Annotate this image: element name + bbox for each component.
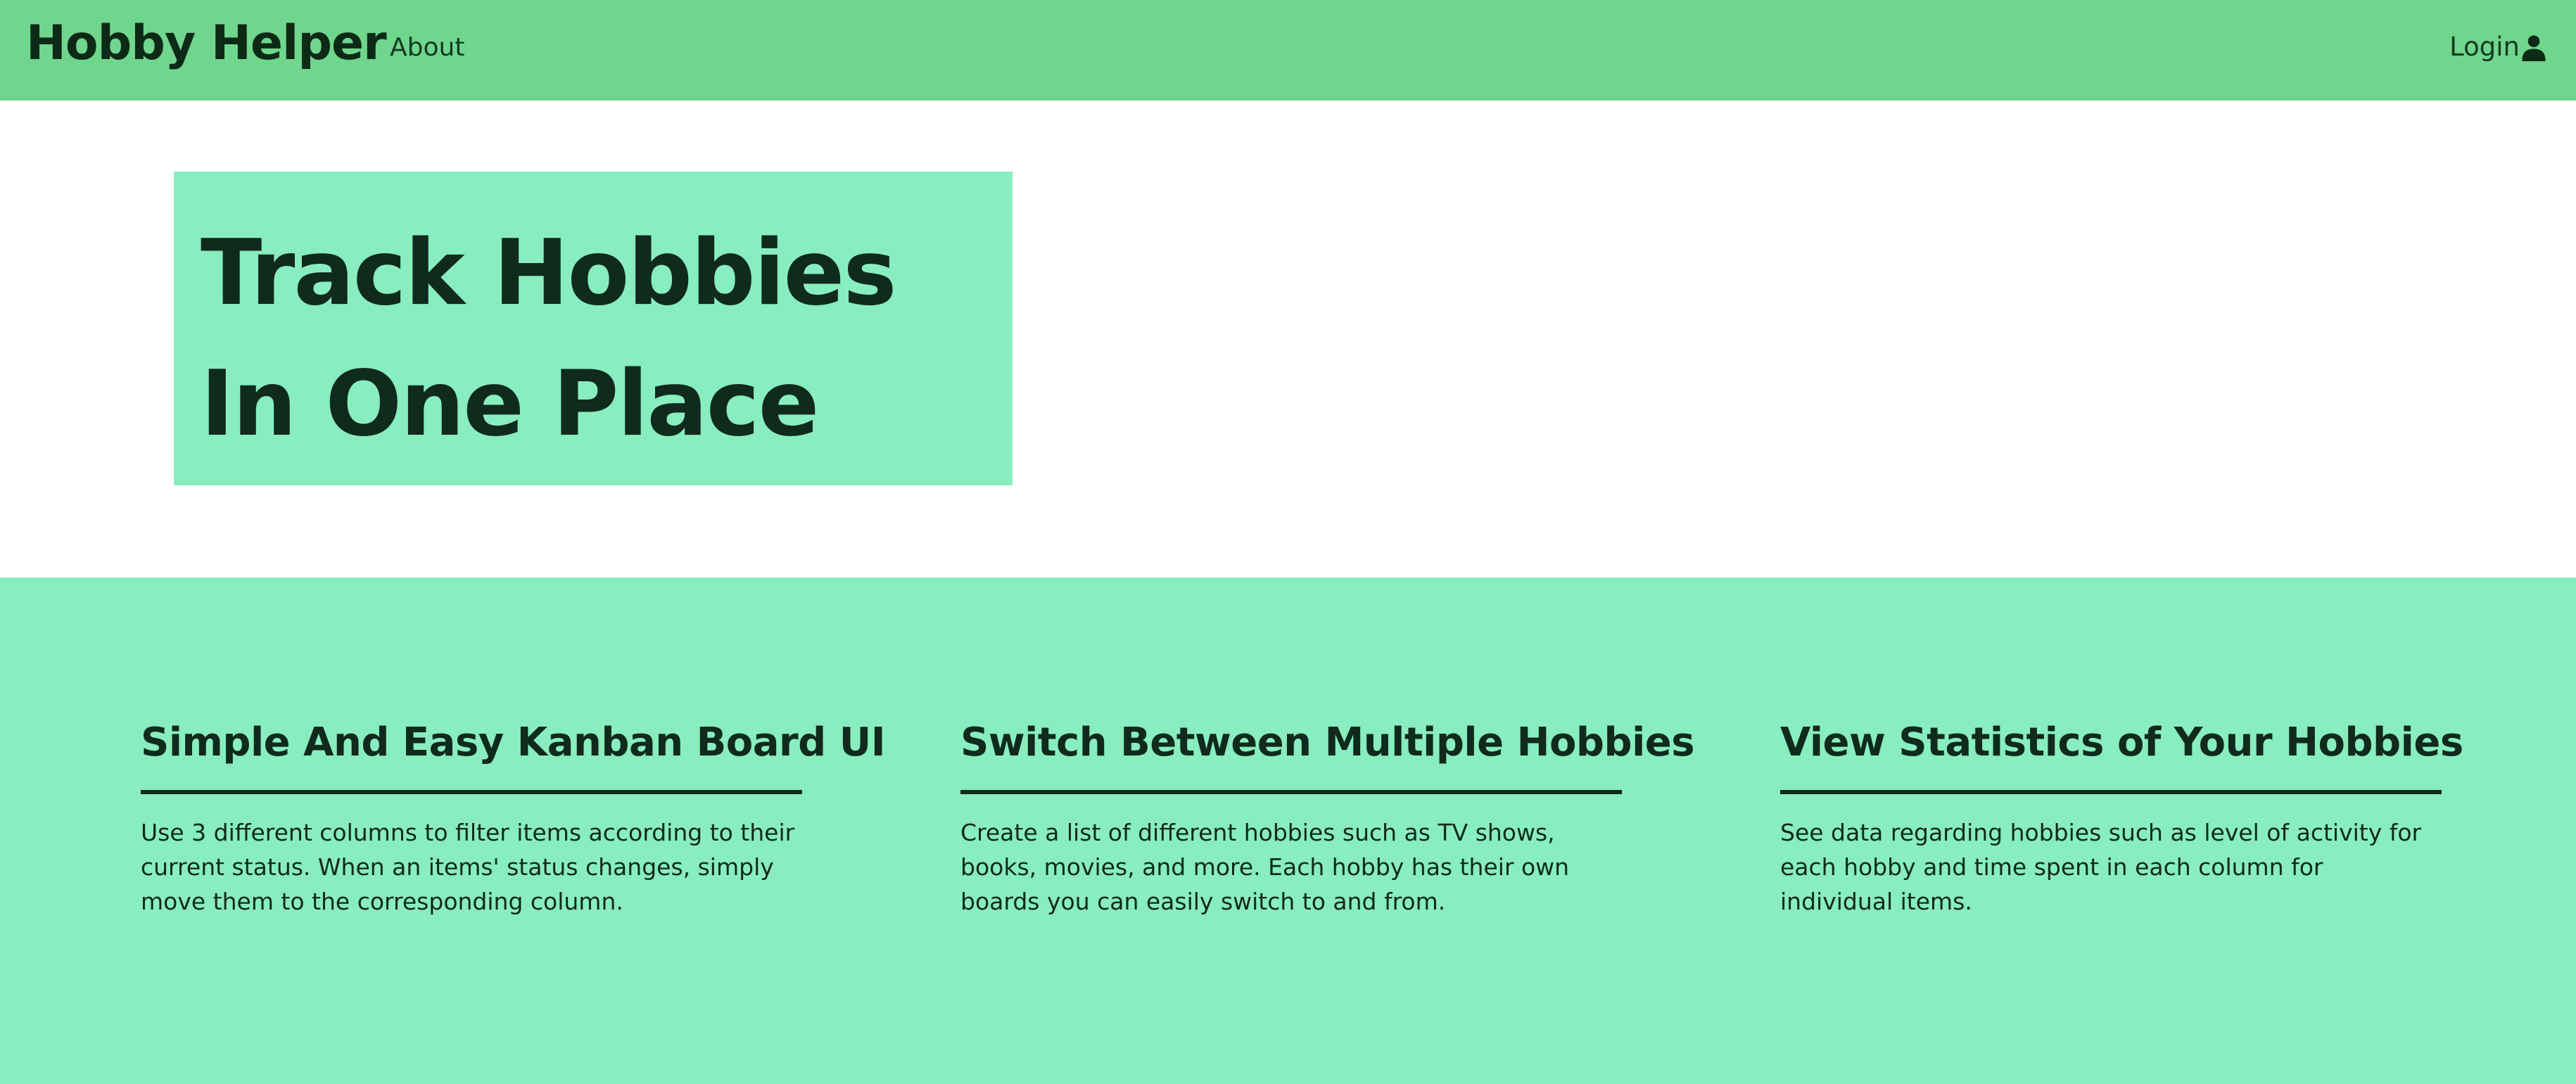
feature-title: View Statistics of Your Hobbies (1780, 720, 2463, 765)
feature-card-kanban: Simple And Easy Kanban Board UI Use 3 di… (141, 720, 886, 919)
feature-description: See data regarding hobbies such as level… (1780, 819, 2422, 915)
feature-title: Switch Between Multiple Hobbies (960, 720, 1695, 765)
login-label: Login (2449, 32, 2520, 62)
feature-divider (141, 790, 802, 794)
feature-card-hobbies: Switch Between Multiple Hobbies Create a… (960, 720, 1695, 919)
brand-logo-link[interactable]: Hobby Helper (26, 15, 387, 71)
feature-divider (1780, 790, 2442, 794)
user-icon (2520, 33, 2548, 61)
hero-title: Track Hobbies In One Place (201, 221, 897, 457)
feature-description: Create a list of different hobbies such … (960, 819, 1570, 915)
feature-card-statistics: View Statistics of Your Hobbies See data… (1780, 720, 2463, 919)
features-section: Simple And Easy Kanban Board UI Use 3 di… (0, 578, 2576, 1084)
feature-title: Simple And Easy Kanban Board UI (141, 720, 886, 765)
login-button[interactable]: Login (2449, 32, 2548, 62)
hero-banner: Track Hobbies In One Place (174, 172, 1013, 485)
nav-about-link[interactable]: About (390, 33, 464, 62)
hero-section: Track Hobbies In One Place (0, 101, 2576, 578)
feature-divider (960, 790, 1622, 794)
feature-description: Use 3 different columns to filter items … (141, 819, 795, 915)
top-navbar: Hobby Helper About Login (0, 0, 2576, 101)
